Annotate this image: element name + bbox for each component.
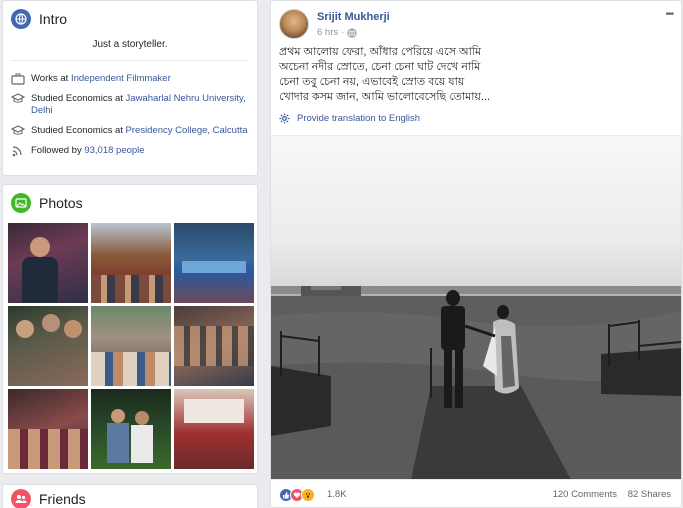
post-photo-scene [271, 286, 681, 479]
intro-header: Intro [3, 1, 257, 37]
comments-count[interactable]: 120 Comments [553, 489, 617, 500]
gear-icon [279, 113, 290, 124]
photo-grid [3, 223, 257, 469]
photo-thumb[interactable] [91, 389, 171, 469]
study2-prefix: Studied Economics at [31, 125, 126, 136]
friends-header: Friends [3, 485, 257, 508]
intro-tagline: Just a storyteller. [11, 39, 249, 61]
post-card: Srijit Mukherji 6 hrs · ••• প্রথম আলোয় … [270, 0, 682, 508]
photo-thumb[interactable] [91, 306, 171, 386]
reaction-icons[interactable] [279, 488, 325, 502]
intro-study2-row: Studied Economics at Presidency College,… [3, 125, 257, 137]
post-photo[interactable] [271, 135, 681, 479]
photo-thumb[interactable] [8, 223, 88, 303]
rss-icon [12, 146, 22, 157]
briefcase-icon [11, 73, 25, 85]
work-prefix: Works at [31, 73, 71, 84]
poem-line: প্রথম আলোয় ফেরা, আঁধার পেরিয়ে এসে আমি [279, 46, 482, 58]
wow-icon [301, 488, 315, 502]
photos-card: Photos [2, 184, 258, 474]
post-more-button[interactable]: ••• [665, 9, 673, 20]
friends-title: Friends [39, 491, 86, 507]
poem-line: চেনা তবু চেনা নয়, এভাবেই স্রোত বয়ে যায… [279, 76, 465, 88]
post-time[interactable]: 6 hrs [317, 27, 338, 38]
graduation-cap-icon [11, 93, 25, 103]
work-link[interactable]: Independent Filmmaker [71, 73, 171, 84]
post-footer: 1.8K 120 Comments 82 Shares [271, 479, 681, 507]
intro-card: Intro Just a storyteller. Works at Indep… [2, 0, 258, 176]
shares-count[interactable]: 82 Shares [628, 489, 671, 500]
photo-thumb[interactable] [174, 389, 254, 469]
intro-title: Intro [39, 11, 68, 27]
translate-row[interactable]: Provide translation to English [279, 113, 420, 124]
poem-line: অচেনা নদীর স্রোতে, চেনা চেনা ঘাট দেখে না… [279, 61, 481, 73]
photo-thumb[interactable] [174, 306, 254, 386]
photos-title: Photos [39, 195, 83, 211]
photo-thumb[interactable] [174, 223, 254, 303]
followers-link[interactable]: 93,018 people [84, 145, 144, 156]
photo-thumb[interactable] [8, 306, 88, 386]
poem-line: খোদার কসম জান, আমি ভালোবেসেছি তোমায়... [279, 91, 491, 103]
friends-card: Friends [2, 484, 258, 508]
photos-icon [11, 193, 31, 213]
intro-followers-row: Followed by 93,018 people [3, 145, 257, 157]
intro-work-row: Works at Independent Filmmaker [3, 73, 257, 85]
study1-prefix: Studied Economics at [31, 93, 126, 104]
post-text: প্রথম আলোয় ফেরা, আঁধার পেরিয়ে এসে আমি … [279, 45, 669, 105]
study2-link[interactable]: Presidency College, Calcutta [126, 125, 248, 136]
photo-thumb[interactable] [8, 389, 88, 469]
friends-icon [11, 489, 31, 508]
post-author[interactable]: Srijit Mukherji [317, 11, 390, 23]
photos-header: Photos [3, 185, 257, 221]
post-meta: 6 hrs · [317, 27, 357, 38]
followers-prefix: Followed by [31, 145, 85, 156]
globe-small-icon[interactable] [347, 27, 357, 38]
graduation-cap-icon [11, 125, 25, 135]
author-avatar[interactable] [279, 9, 309, 39]
intro-study1-row: Studied Economics at Jawaharlal Nehru Un… [3, 93, 257, 117]
reactions-count[interactable]: 1.8K [327, 489, 347, 500]
photo-thumb[interactable] [91, 223, 171, 303]
globe-icon [11, 9, 31, 29]
translate-link[interactable]: Provide translation to English [297, 113, 420, 124]
